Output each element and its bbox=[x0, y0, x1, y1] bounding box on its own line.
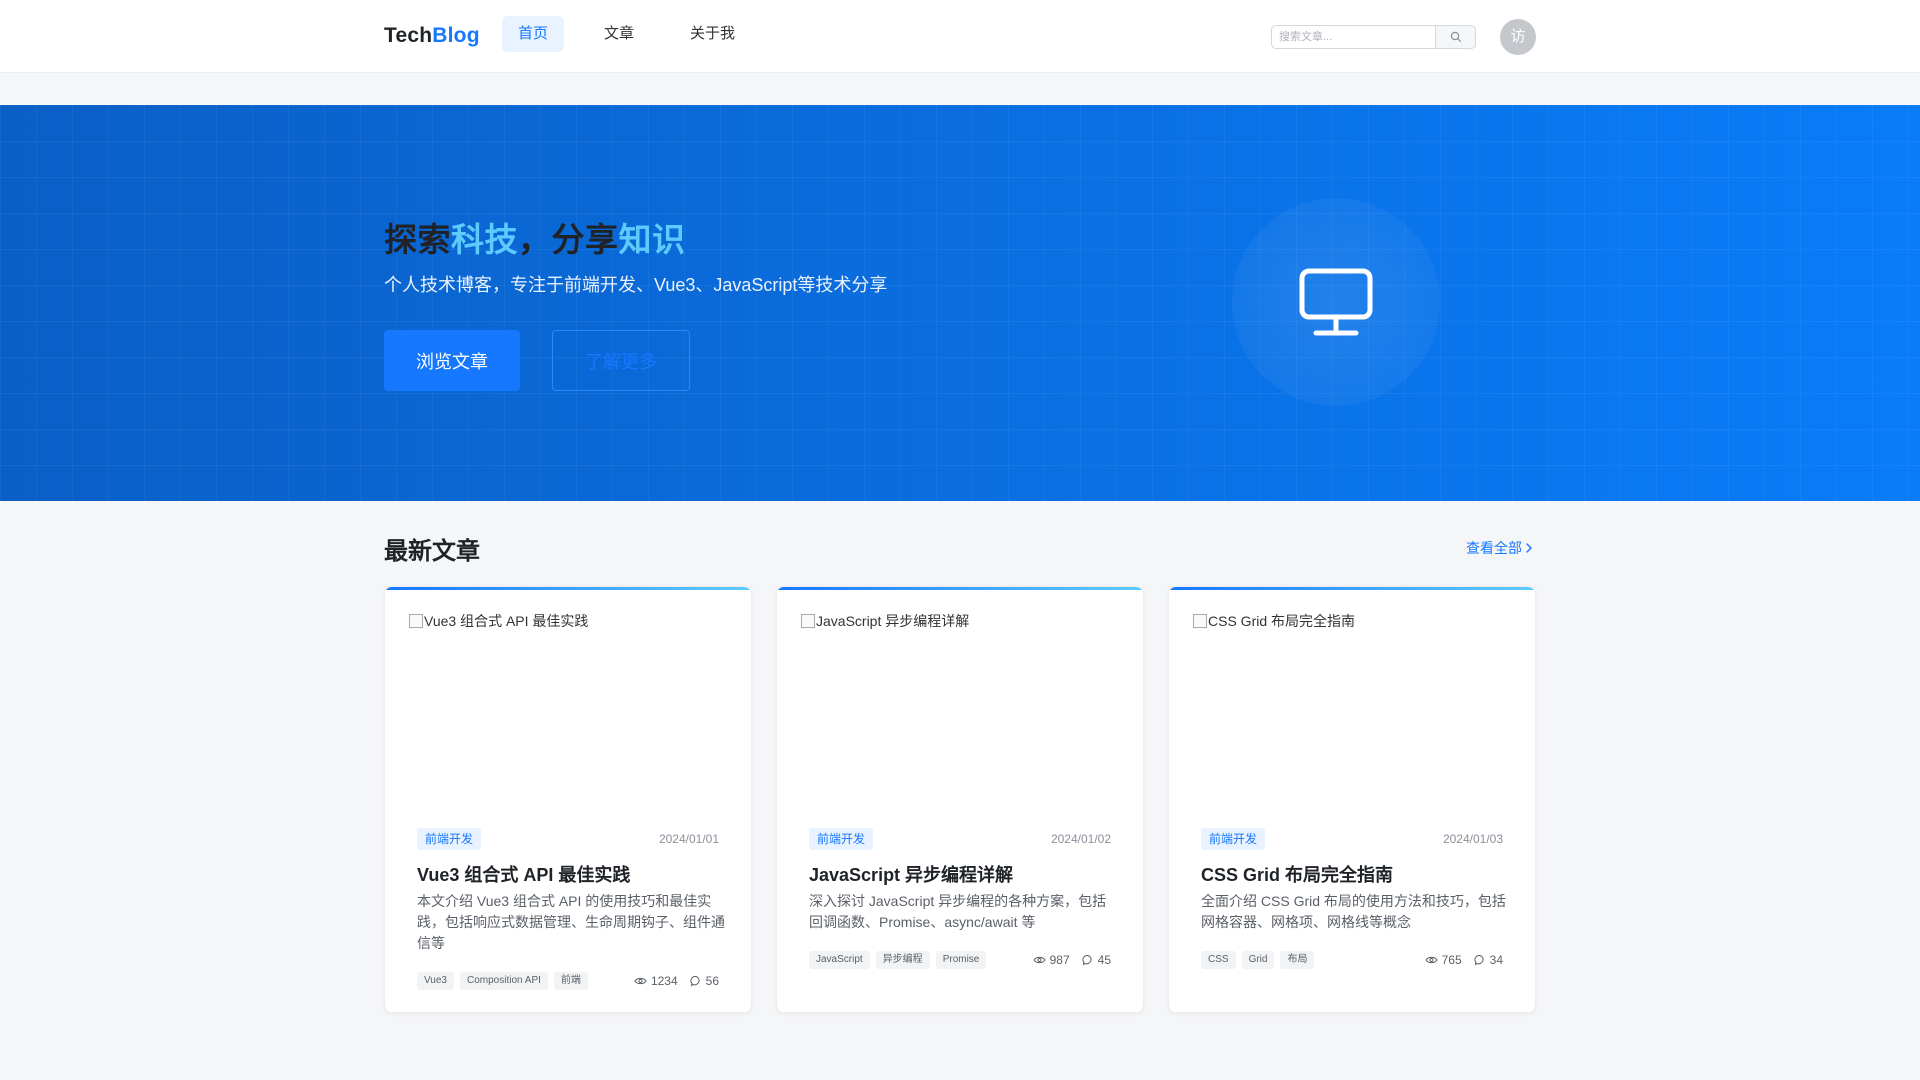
article-image[interactable]: CSS Grid 布局完全指南 bbox=[1193, 611, 1513, 801]
hero-title: 探索科技，分享知识 bbox=[384, 213, 686, 261]
chevron-right-icon bbox=[1526, 543, 1532, 553]
article-footer: CSS Grid 布局 765 34 bbox=[1201, 951, 1503, 969]
article-stats: 765 34 bbox=[1425, 953, 1503, 967]
user-avatar[interactable]: 访 bbox=[1500, 19, 1536, 55]
broken-image-icon bbox=[1193, 614, 1207, 628]
view-count: 765 bbox=[1425, 953, 1462, 967]
eye-icon bbox=[1033, 956, 1046, 964]
hero-banner: 探索科技，分享知识 个人技术博客，专注于前端开发、Vue3、JavaScript… bbox=[0, 105, 1920, 501]
article-date: 2024/01/01 bbox=[658, 832, 719, 846]
view-count: 987 bbox=[1033, 953, 1070, 967]
article-tag[interactable]: JavaScript bbox=[809, 951, 870, 969]
comment-count-value: 56 bbox=[705, 974, 719, 988]
category-tag[interactable]: 前端开发 bbox=[809, 828, 874, 850]
article-title[interactable]: Vue3 组合式 API 最佳实践 bbox=[417, 861, 630, 887]
top-header: TechBlog 首页 文章 关于我 访 bbox=[0, 0, 1920, 73]
hero-title-part-2: ，分享 bbox=[518, 221, 619, 258]
article-description: 深入探讨 JavaScript 异步编程的各种方案，包括回调函数、Promise… bbox=[809, 893, 1107, 930]
comment-count-value: 34 bbox=[1489, 953, 1503, 967]
nav-item-articles[interactable]: 文章 bbox=[588, 16, 650, 52]
comment-icon bbox=[690, 975, 700, 987]
article-tag[interactable]: Grid bbox=[1241, 951, 1275, 969]
article-tags: JavaScript 异步编程 Promise bbox=[809, 951, 987, 969]
article-tag[interactable]: Promise bbox=[935, 951, 987, 969]
view-count-value: 987 bbox=[1049, 953, 1070, 967]
logo-text-tech: Tech bbox=[384, 24, 433, 47]
article-stats: 987 45 bbox=[1033, 953, 1111, 967]
view-count-value: 1234 bbox=[650, 974, 678, 988]
article-stats: 1234 56 bbox=[634, 974, 719, 988]
article-date: 2024/01/03 bbox=[1442, 832, 1503, 846]
article-card[interactable]: Vue3 组合式 API 最佳实践 前端开发 2024/01/01 Vue3 组… bbox=[384, 586, 752, 1013]
article-image-alt: JavaScript 异步编程详解 bbox=[816, 613, 970, 629]
hero-title-part-1: 探索 bbox=[384, 221, 451, 258]
view-all-link[interactable]: 查看全部 bbox=[1466, 538, 1533, 558]
comment-icon bbox=[1082, 954, 1092, 966]
article-image[interactable]: Vue3 组合式 API 最佳实践 bbox=[409, 611, 729, 801]
search-button[interactable] bbox=[1435, 25, 1476, 49]
eye-icon bbox=[1425, 956, 1438, 964]
article-card[interactable]: JavaScript 异步编程详解 前端开发 2024/01/02 JavaSc… bbox=[776, 586, 1144, 1013]
nav-item-about[interactable]: 关于我 bbox=[674, 16, 751, 52]
browse-articles-button[interactable]: 浏览文章 bbox=[384, 330, 520, 391]
article-image[interactable]: JavaScript 异步编程详解 bbox=[801, 611, 1121, 801]
nav-item-home[interactable]: 首页 bbox=[502, 16, 565, 52]
comment-count: 45 bbox=[1082, 953, 1111, 967]
broken-image-icon bbox=[801, 614, 815, 628]
view-count: 1234 bbox=[634, 974, 678, 988]
monitor-icon bbox=[1299, 268, 1373, 336]
latest-articles-title: 最新文章 bbox=[384, 538, 480, 565]
article-title[interactable]: JavaScript 异步编程详解 bbox=[809, 861, 1013, 887]
article-card[interactable]: CSS Grid 布局完全指南 前端开发 2024/01/03 CSS Grid… bbox=[1168, 586, 1536, 1013]
article-tag[interactable]: 异步编程 bbox=[875, 951, 930, 969]
view-all-label: 查看全部 bbox=[1466, 540, 1522, 556]
article-tags: Vue3 Composition API 前端 bbox=[417, 972, 588, 990]
article-description: 本文介绍 Vue3 组合式 API 的使用技巧和最佳实践，包括响应式数据管理、生… bbox=[417, 893, 725, 951]
article-description: 全面介绍 CSS Grid 布局的使用方法和技巧，包括网格容器、网格项、网格线等… bbox=[1201, 893, 1506, 930]
article-title[interactable]: CSS Grid 布局完全指南 bbox=[1201, 861, 1393, 887]
article-footer: JavaScript 异步编程 Promise 987 45 bbox=[809, 951, 1111, 969]
comment-count-value: 45 bbox=[1097, 953, 1111, 967]
category-tag[interactable]: 前端开发 bbox=[417, 828, 482, 850]
header-inner: TechBlog 首页 文章 关于我 访 bbox=[384, 0, 1536, 73]
article-tag[interactable]: 前端 bbox=[553, 972, 588, 990]
category-tag[interactable]: 前端开发 bbox=[1201, 828, 1266, 850]
eye-icon bbox=[634, 977, 647, 985]
article-tags: CSS Grid 布局 bbox=[1201, 951, 1315, 969]
hero-subtitle: 个人技术博客，专注于前端开发、Vue3、JavaScript等技术分享 bbox=[384, 275, 888, 295]
article-tag[interactable]: 布局 bbox=[1280, 951, 1315, 969]
search-icon bbox=[1450, 31, 1461, 43]
article-tag[interactable]: CSS bbox=[1201, 951, 1236, 969]
hero-grid-pattern bbox=[0, 105, 1920, 501]
search-box bbox=[1271, 25, 1476, 49]
hero-title-highlight-2: 知识 bbox=[618, 221, 686, 258]
comment-count: 56 bbox=[690, 974, 719, 988]
article-tag[interactable]: Composition API bbox=[459, 972, 548, 990]
learn-more-button[interactable]: 了解更多 bbox=[552, 330, 690, 391]
logo-text-blog: Blog bbox=[432, 24, 480, 47]
search-input[interactable] bbox=[1271, 25, 1435, 49]
main-nav: 首页 文章 关于我 bbox=[502, 16, 751, 52]
article-tag[interactable]: Vue3 bbox=[417, 972, 454, 990]
article-image-alt: CSS Grid 布局完全指南 bbox=[1208, 613, 1356, 629]
article-image-alt: Vue3 组合式 API 最佳实践 bbox=[424, 613, 589, 629]
article-footer: Vue3 Composition API 前端 1234 56 bbox=[417, 972, 719, 990]
broken-image-icon bbox=[409, 614, 423, 628]
article-date: 2024/01/02 bbox=[1050, 832, 1111, 846]
comment-icon bbox=[1474, 954, 1484, 966]
site-logo[interactable]: TechBlog bbox=[384, 24, 480, 48]
hero-title-highlight-1: 科技 bbox=[451, 221, 518, 258]
comment-count: 34 bbox=[1474, 953, 1503, 967]
view-count-value: 765 bbox=[1441, 953, 1462, 967]
